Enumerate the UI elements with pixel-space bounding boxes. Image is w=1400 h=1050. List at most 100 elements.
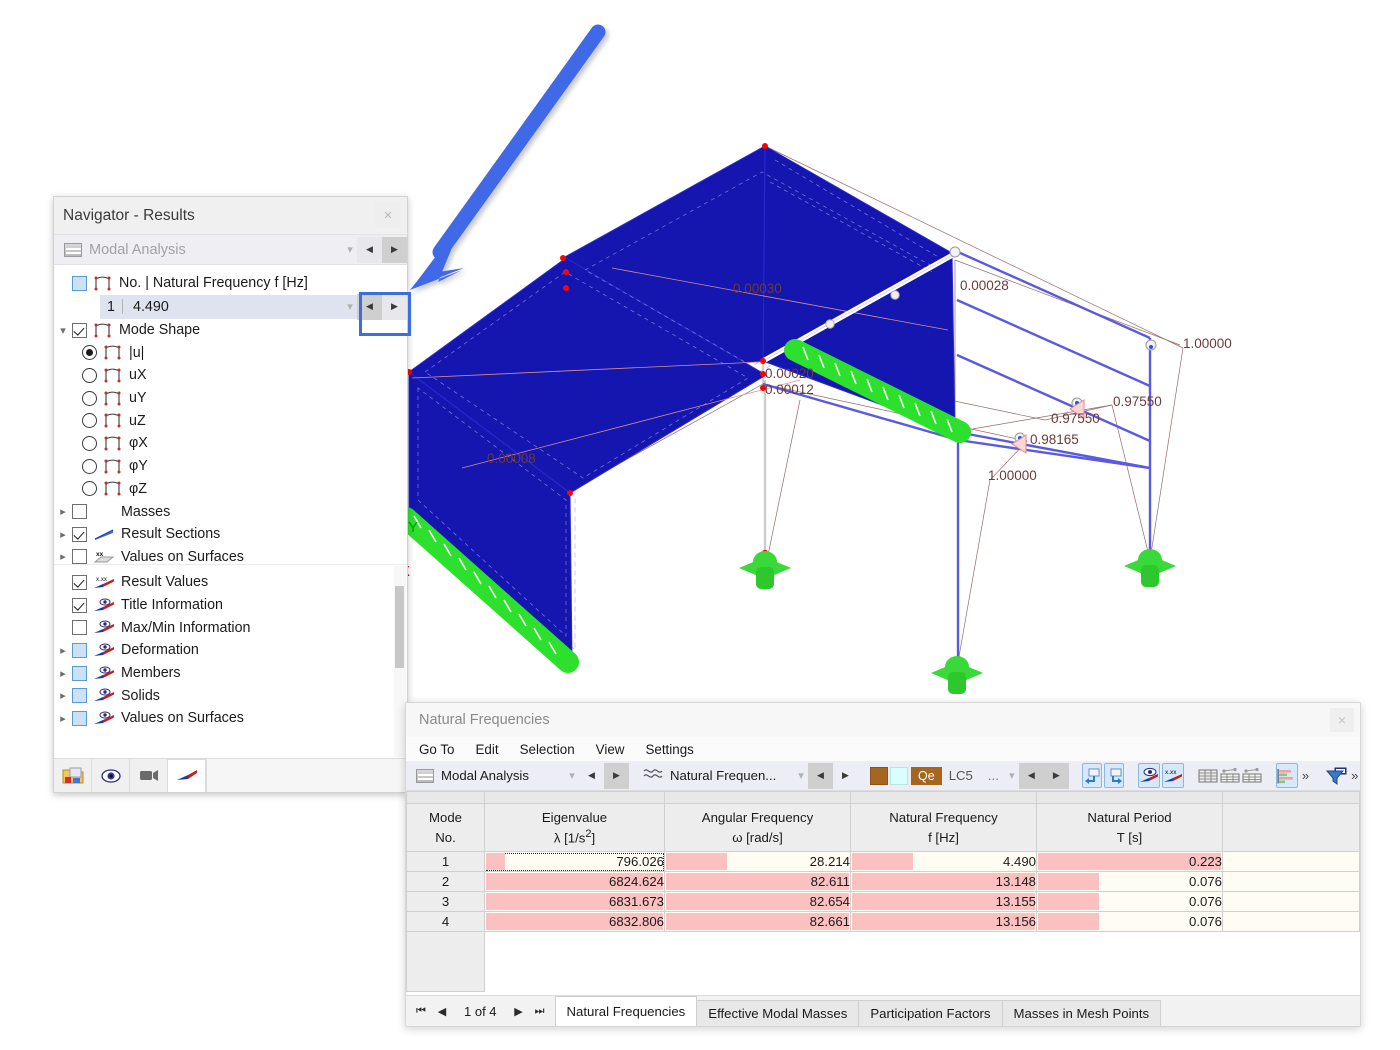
analysis-prev-button[interactable]: ◀ [579,763,604,789]
column-header-eigenvalue[interactable]: Eigenvalue λ [1/s2] [484,803,665,852]
tree-item-max-min-information[interactable]: Max/Min Information [54,616,407,639]
mode-component-z[interactable]: φZ [54,478,407,501]
tree-item-deformation[interactable]: ▸ Deformation [54,639,407,662]
tree-item-natural-frequency[interactable]: No. | Natural Frequency f [Hz] [54,272,407,295]
result-prev-button[interactable]: ◀ [808,762,833,789]
radio-mode-component[interactable] [82,345,97,361]
cell-eigenvalue[interactable]: 6831.673 [484,891,665,912]
results-table[interactable]: Mode No. Eigenvalue λ [1/s2] Angular Frequen… [406,791,1360,992]
mode-component-uy[interactable]: uY [54,387,407,410]
twisty-collapsed-icon[interactable]: ▸ [54,712,72,725]
pager-prev-button[interactable]: ◀ [433,1005,451,1018]
menu-item-edit[interactable]: Edit [475,742,498,757]
cell-period[interactable]: 0.223 [1036,851,1223,872]
cell-angular[interactable]: 28.214 [664,851,851,872]
checkbox-title-information[interactable] [72,597,87,613]
cell-angular[interactable]: 82.661 [664,911,851,932]
cell-frequency[interactable]: 13.148 [850,871,1037,892]
row-number[interactable]: 2 [406,871,485,892]
row-number[interactable]: 1 [406,851,485,872]
loadcase-prev-button[interactable]: ◀ [1018,762,1044,789]
checkbox-deformation[interactable] [72,642,87,658]
table-menubar[interactable]: Go To Edit Selection View Settings [406,737,1360,761]
cell-blank[interactable] [1222,911,1360,932]
checkbox-masses[interactable] [72,504,87,520]
cell-period[interactable]: 0.076 [1036,911,1223,932]
menu-item-selection[interactable]: Selection [520,742,575,757]
pager-next-button[interactable]: ▶ [510,1005,528,1018]
cell-angular[interactable]: 82.654 [664,891,851,912]
filter-icon[interactable] [1325,763,1347,788]
column-header-angular-frequency[interactable]: Angular Frequency ω [rad/s] [664,803,851,852]
analysis-prev-button[interactable]: ◀ [357,236,382,263]
column-header-blank[interactable] [1222,803,1360,852]
navigator-results-panel[interactable]: Navigator - Results × Modal Analysis ▾ ◀… [53,196,408,793]
show-results-icon[interactable] [1137,763,1160,788]
tree-item-mode-shape[interactable]: ▾ Mode Shape [54,319,407,342]
close-icon[interactable]: × [1330,708,1354,732]
radio-mode-component[interactable] [82,390,97,406]
tree-item-masses[interactable]: ▸ Masses [54,500,407,523]
row-number[interactable]: 4 [406,911,485,932]
twisty-collapsed-icon[interactable]: ▸ [54,644,72,657]
toolbar-overflow-1[interactable]: » [1299,768,1312,783]
table-row[interactable]: 3 6831.673 82.654 13.155 0.076 [406,891,1360,912]
table-row[interactable]: 4 6832.806 82.661 13.156 0.076 [406,911,1360,932]
jump-to-next-icon[interactable] [1103,763,1124,788]
navigator-tree-lower[interactable]: x.xx Result Values Title Information Max… [54,564,407,758]
loadcase-next-button[interactable]: ▶ [1043,762,1069,789]
sheet-tab-participation-factors[interactable]: Participation Factors [858,1000,1003,1026]
twisty-collapsed-icon[interactable]: ▸ [54,528,72,541]
cell-blank[interactable] [1222,851,1360,872]
radio-mode-component[interactable] [82,458,97,474]
tree-item-result-values[interactable]: x.xx Result Values [54,571,407,594]
checkbox-natural-frequency[interactable] [72,275,87,291]
toolbar-analysis-combo[interactable]: Modal Analysis ▾ ◀ ▶ [412,762,629,789]
sheet-tab-effective-modal-masses[interactable]: Effective Modal Masses [696,1000,860,1026]
toolbar-result-combo[interactable]: Natural Frequen... ▾ ◀ ▶ [641,762,858,789]
table-body[interactable]: 1 796.026 28.214 4.490 0.223 2 6824.624 82.611 1… [406,851,1360,992]
cell-period[interactable]: 0.076 [1036,871,1223,892]
twisty-expanded-icon[interactable]: ▾ [54,324,72,337]
table-footer[interactable]: ⏮ ◀ 1 of 4 ▶ ⏭ Natural Frequencies Effect… [406,995,1360,1026]
table-row[interactable]: 2 6824.624 82.611 13.148 0.076 [406,871,1360,892]
twisty-collapsed-icon[interactable]: ▸ [54,689,72,702]
menu-item-settings[interactable]: Settings [645,742,693,757]
checkbox-members[interactable] [72,665,87,681]
menu-item-go-to[interactable]: Go To [419,742,454,757]
tree-item-solids[interactable]: ▸ Solids [54,684,407,707]
mode-component-uz[interactable]: uZ [54,409,407,432]
natural-frequencies-grid[interactable]: Mode No. Eigenvalue λ [1/s2] Angular Frequen… [406,791,1360,995]
sheet-tab-bar[interactable]: Natural Frequencies Effective Modal Masse… [554,996,1162,1026]
mode-component-y[interactable]: φY [54,455,407,478]
chevron-down-icon[interactable]: ▾ [1005,769,1019,782]
views-navigator-icon[interactable] [130,759,168,792]
checkbox-mode-shape[interactable] [72,322,87,338]
cell-frequency[interactable]: 13.155 [850,891,1037,912]
column-header-mode[interactable]: Mode No. [406,803,485,852]
jump-to-previous-icon[interactable] [1081,763,1102,788]
chevron-down-icon[interactable]: ▾ [794,769,808,782]
table-filter-top-icon[interactable] [1220,763,1240,788]
navigator-tab-bar[interactable] [54,758,407,792]
checkbox-values-on-surfaces[interactable] [72,710,87,726]
tree-item-result-sections[interactable]: ▸ Result Sections [54,523,407,546]
checkbox-result-sections[interactable] [72,526,87,542]
cell-frequency[interactable]: 13.156 [850,911,1037,932]
cell-eigenvalue[interactable]: 796.026 [484,851,665,872]
sheet-tab-masses-in-mesh-points[interactable]: Masses in Mesh Points [1001,1000,1162,1026]
checkbox-solids[interactable] [72,688,87,704]
analysis-next-button[interactable]: ▶ [604,762,629,789]
tree-item-title-information[interactable]: Title Information [54,594,407,617]
cell-eigenvalue[interactable]: 6832.806 [484,911,665,932]
twisty-collapsed-icon[interactable]: ▸ [54,505,72,518]
column-header-natural-frequency[interactable]: Natural Frequency f [Hz] [850,803,1037,852]
row-number[interactable]: 3 [406,891,485,912]
toolbar-loadcase-combo[interactable]: Qe LC5 ... ▾ ◀ ▶ [870,762,1069,789]
tree-item-values-on-surfaces[interactable]: ▸ xx Values on Surfaces [54,546,407,564]
results-navigator-icon[interactable] [168,759,206,792]
mode-component-x[interactable]: φX [54,432,407,455]
table-toolbar[interactable]: Modal Analysis ▾ ◀ ▶ Natural Frequen... … [406,761,1360,791]
cell-eigenvalue[interactable]: 6824.624 [484,871,665,892]
radio-mode-component[interactable] [82,481,97,497]
